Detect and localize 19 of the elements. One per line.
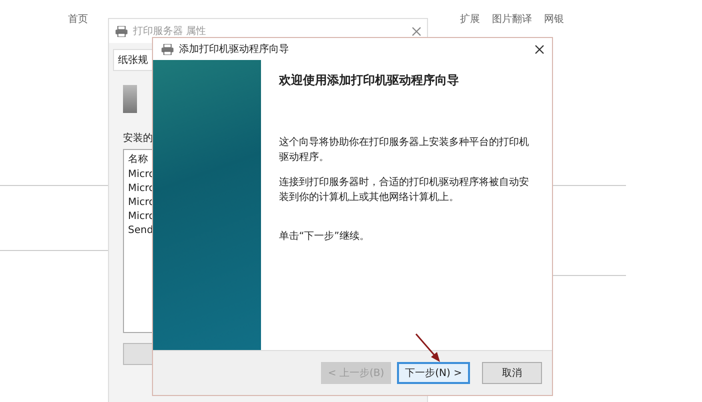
wizard-button[interactable]: 取消	[482, 362, 542, 384]
server-icon	[123, 85, 137, 113]
paragraph: 连接到打印服务器时，合适的打印机驱动程序将被自动安装到你的计算机上或其他网络计算机上。	[279, 176, 530, 205]
printer-icon	[161, 44, 174, 54]
toolbar-item[interactable]: 首页	[68, 12, 88, 26]
close-icon[interactable]	[535, 44, 544, 54]
wizard-heading: 欢迎使用添加打印机驱动程序向导	[279, 72, 460, 89]
printer-icon	[115, 26, 128, 36]
pointer-arrow	[415, 334, 440, 362]
toolbar-item[interactable]: 网银	[544, 12, 564, 26]
window-title: 打印服务器 属性	[133, 24, 206, 38]
paragraph: 单击“下一步”继续。	[279, 230, 370, 244]
toolbar-item[interactable]: 扩展	[460, 12, 480, 26]
paragraph: 这个向导将协助你在打印服务器上安装多种平台的打印机驱动程序。	[279, 136, 530, 165]
wizard-button[interactable]: 下一步(N) >	[397, 362, 470, 384]
list-label: 安装的	[123, 132, 153, 145]
tab[interactable]: 纸张规	[113, 49, 153, 71]
dialog-title: 添加打印机驱动程序向导	[179, 42, 289, 56]
toolbar-item[interactable]: 图片翻译	[492, 12, 532, 26]
